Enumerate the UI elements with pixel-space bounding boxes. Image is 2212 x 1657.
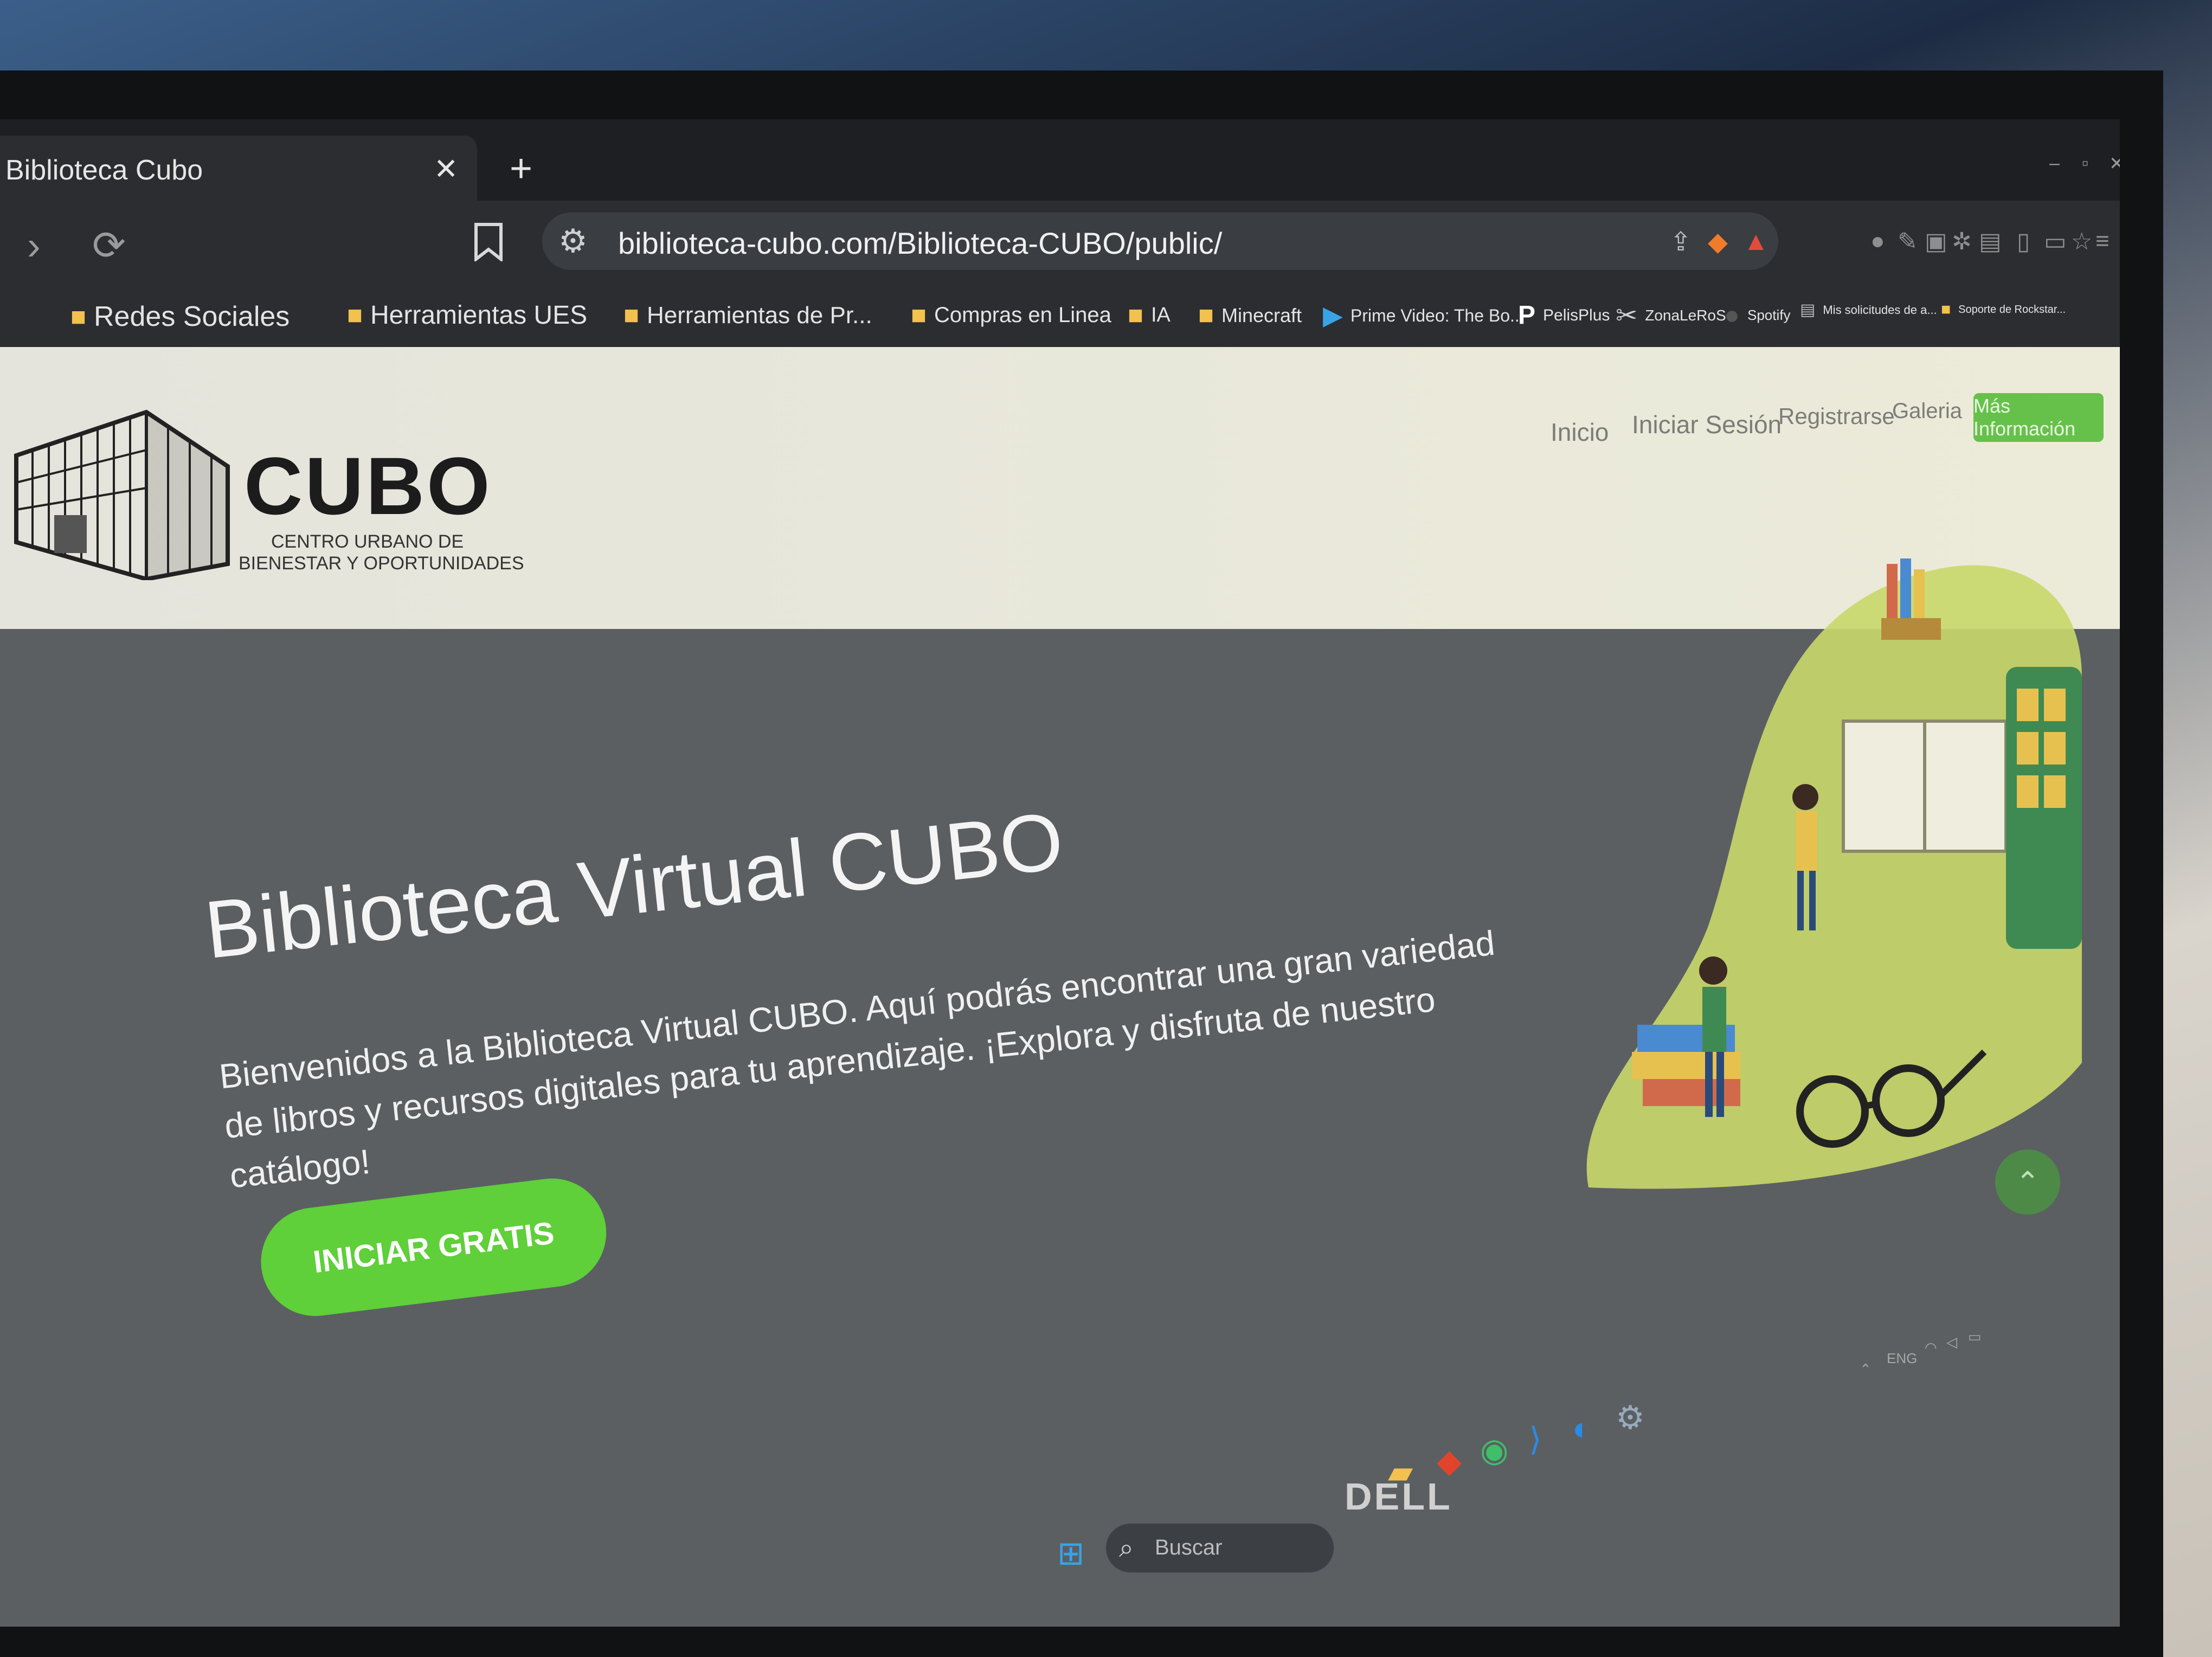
rewards-icon[interactable]: ▲ (1743, 227, 1769, 256)
bookmark-icon[interactable] (472, 222, 505, 270)
bookmark-herramientas-ues[interactable]: ■ Herramientas UES (347, 300, 587, 330)
hero-title: Biblioteca Virtual CUBO (201, 794, 1068, 976)
chrome-icon[interactable]: ◉ (1480, 1431, 1508, 1469)
mas-informacion-button[interactable]: Más Información (1973, 393, 2104, 442)
bookmark-redes-sociales[interactable]: ■ Redes Sociales (70, 300, 290, 333)
browser-tab[interactable]: Biblioteca Cubo ✕ (0, 136, 477, 201)
monitor-bezel: Biblioteca Cubo ✕ + – ▫ ✕ › ⟳ ⚙ bibliote… (0, 70, 2163, 1657)
folder-icon: ■ (347, 301, 363, 330)
site-logo-subtitle: BIENESTAR Y OPORTUNIDADES (239, 553, 524, 574)
nav-iniciar-sesion[interactable]: Iniciar Sesión (1632, 410, 1782, 439)
monitor-brand-logo: DELL (1345, 1475, 1452, 1518)
reload-icon[interactable]: ⟳ (92, 222, 126, 269)
iniciar-gratis-button[interactable]: INICIAR GRATIS (255, 1172, 613, 1322)
puzzle-icon[interactable]: ✲ (1952, 228, 1972, 255)
vscode-icon[interactable]: ⟩ (1529, 1421, 1541, 1459)
folder-icon: ■ (70, 302, 86, 331)
tabs-icon[interactable]: ▭ (2044, 228, 2067, 255)
web-page: CUBO CENTRO URBANO DE BIENESTAR Y OPORTU… (0, 347, 2120, 1627)
spotify-icon: ● (1724, 301, 1740, 330)
bookmark-ia[interactable]: ■ IA (1128, 300, 1171, 330)
cubo-building-logo-icon (14, 409, 230, 580)
bookmark-spotify[interactable]: ● Spotify (1724, 300, 1791, 330)
search-icon: ⌕ (1119, 1534, 1134, 1563)
pen-icon[interactable]: ✎ (1898, 228, 1918, 255)
screen: Biblioteca Cubo ✕ + – ▫ ✕ › ⟳ ⚙ bibliote… (0, 119, 2120, 1627)
tray-language[interactable]: ENG (1887, 1350, 1917, 1367)
wifi-icon[interactable]: ◠ (1925, 1339, 1937, 1356)
site-logo-subtitle: CENTRO URBANO DE (271, 531, 464, 552)
tab-bar: Biblioteca Cubo ✕ + – ▫ ✕ (0, 119, 2120, 201)
bookmark-rockstar[interactable]: ■ Soporte de Rockstar... (1941, 300, 2066, 319)
sidebar-icon[interactable]: ▯ (2017, 228, 2030, 255)
bookmark-compras-en-linea[interactable]: ■ Compras en Linea (911, 300, 1111, 330)
reader-icon[interactable]: ▤ (1979, 228, 2002, 255)
taskbar-search[interactable]: ⌕ Buscar (1106, 1524, 1334, 1572)
folder-icon: ■ (911, 301, 927, 330)
new-tab-button[interactable]: + (510, 146, 532, 191)
scroll-top-button[interactable]: ⌃ (1995, 1149, 2060, 1215)
bookmark-mis-solicitudes[interactable]: ▤ Mis solicitudes de a... (1800, 300, 1937, 319)
volume-icon[interactable]: ◁ (1946, 1334, 1957, 1351)
edge-icon[interactable]: ◐ (1572, 1410, 1592, 1447)
star-icon[interactable]: ☆ (2071, 228, 2092, 255)
site-settings-icon[interactable]: ⚙ (558, 222, 588, 260)
bookmark-zonaleros[interactable]: ✂ ZonaLeRoS (1616, 300, 1726, 331)
rockstar-icon: ■ (1941, 300, 1951, 318)
wallet-icon[interactable]: ▣ (1925, 228, 1947, 255)
bookmark-prime-video[interactable]: ▶ Prime Video: The Bo... (1323, 300, 1525, 331)
photo-background: Biblioteca Cubo ✕ + – ▫ ✕ › ⟳ ⚙ bibliote… (0, 0, 2212, 1657)
hero-description: Bienvenidos a la Biblioteca Virtual CUBO… (217, 923, 1497, 1196)
library-illustration-icon (1586, 558, 2082, 1189)
folder-icon: ■ (1128, 301, 1143, 330)
url-text: biblioteca-cubo.com/Biblioteca-CUBO/publ… (618, 226, 1223, 260)
tray-chevron-icon[interactable]: ⌃ (1860, 1361, 1872, 1378)
page-icon: ▤ (1800, 301, 1816, 319)
close-window-icon[interactable]: ✕ (2109, 153, 2120, 175)
folder-icon: ■ (1198, 301, 1214, 330)
zonaleros-icon: ✂ (1616, 301, 1638, 330)
address-bar[interactable]: ⚙ biblioteca-cubo.com/Biblioteca-CUBO/pu… (542, 213, 1778, 270)
extension-icon[interactable]: ● (1870, 228, 1885, 255)
maximize-icon[interactable]: ▫ (2082, 153, 2088, 174)
toolbar: › ⟳ ⚙ biblioteca-cubo.com/Biblioteca-CUB… (0, 201, 2120, 282)
close-tab-icon[interactable]: ✕ (434, 152, 458, 186)
minimize-icon[interactable]: – (2049, 153, 2060, 174)
nav-galeria[interactable]: Galeria (1892, 399, 1962, 423)
bookmark-herramientas-de-pr[interactable]: ■ Herramientas de Pr... (623, 300, 872, 330)
menu-icon[interactable]: ≡ (2095, 228, 2110, 255)
settings-gear-icon[interactable]: ⚙ (1616, 1399, 1645, 1437)
bookmarks-bar: ■ Redes Sociales ■ Herramientas UES ■ He… (0, 282, 2120, 348)
pelisplus-icon: P (1518, 301, 1536, 330)
bookmark-pelisplus[interactable]: P PelisPlus (1518, 300, 1610, 330)
nav-inicio[interactable]: Inicio (1551, 418, 1609, 447)
tab-title: Biblioteca Cubo (5, 155, 203, 186)
prime-video-icon: ▶ (1323, 301, 1343, 330)
site-logo-title[interactable]: CUBO (244, 439, 492, 533)
folder-icon: ■ (623, 301, 639, 330)
brave-shields-icon[interactable]: ◆ (1708, 227, 1728, 257)
share-icon[interactable]: ⇪ (1670, 227, 1692, 257)
bookmark-minecraft[interactable]: ■ Minecraft (1198, 300, 1302, 330)
taskbar-search-text: Buscar (1155, 1536, 1223, 1559)
battery-icon[interactable]: ▭ (1968, 1328, 1982, 1345)
nav-registrarse[interactable]: Registrarse (1778, 403, 1895, 429)
windows-start-icon[interactable]: ⊞ (1057, 1534, 1084, 1572)
forward-icon[interactable]: › (27, 222, 41, 268)
